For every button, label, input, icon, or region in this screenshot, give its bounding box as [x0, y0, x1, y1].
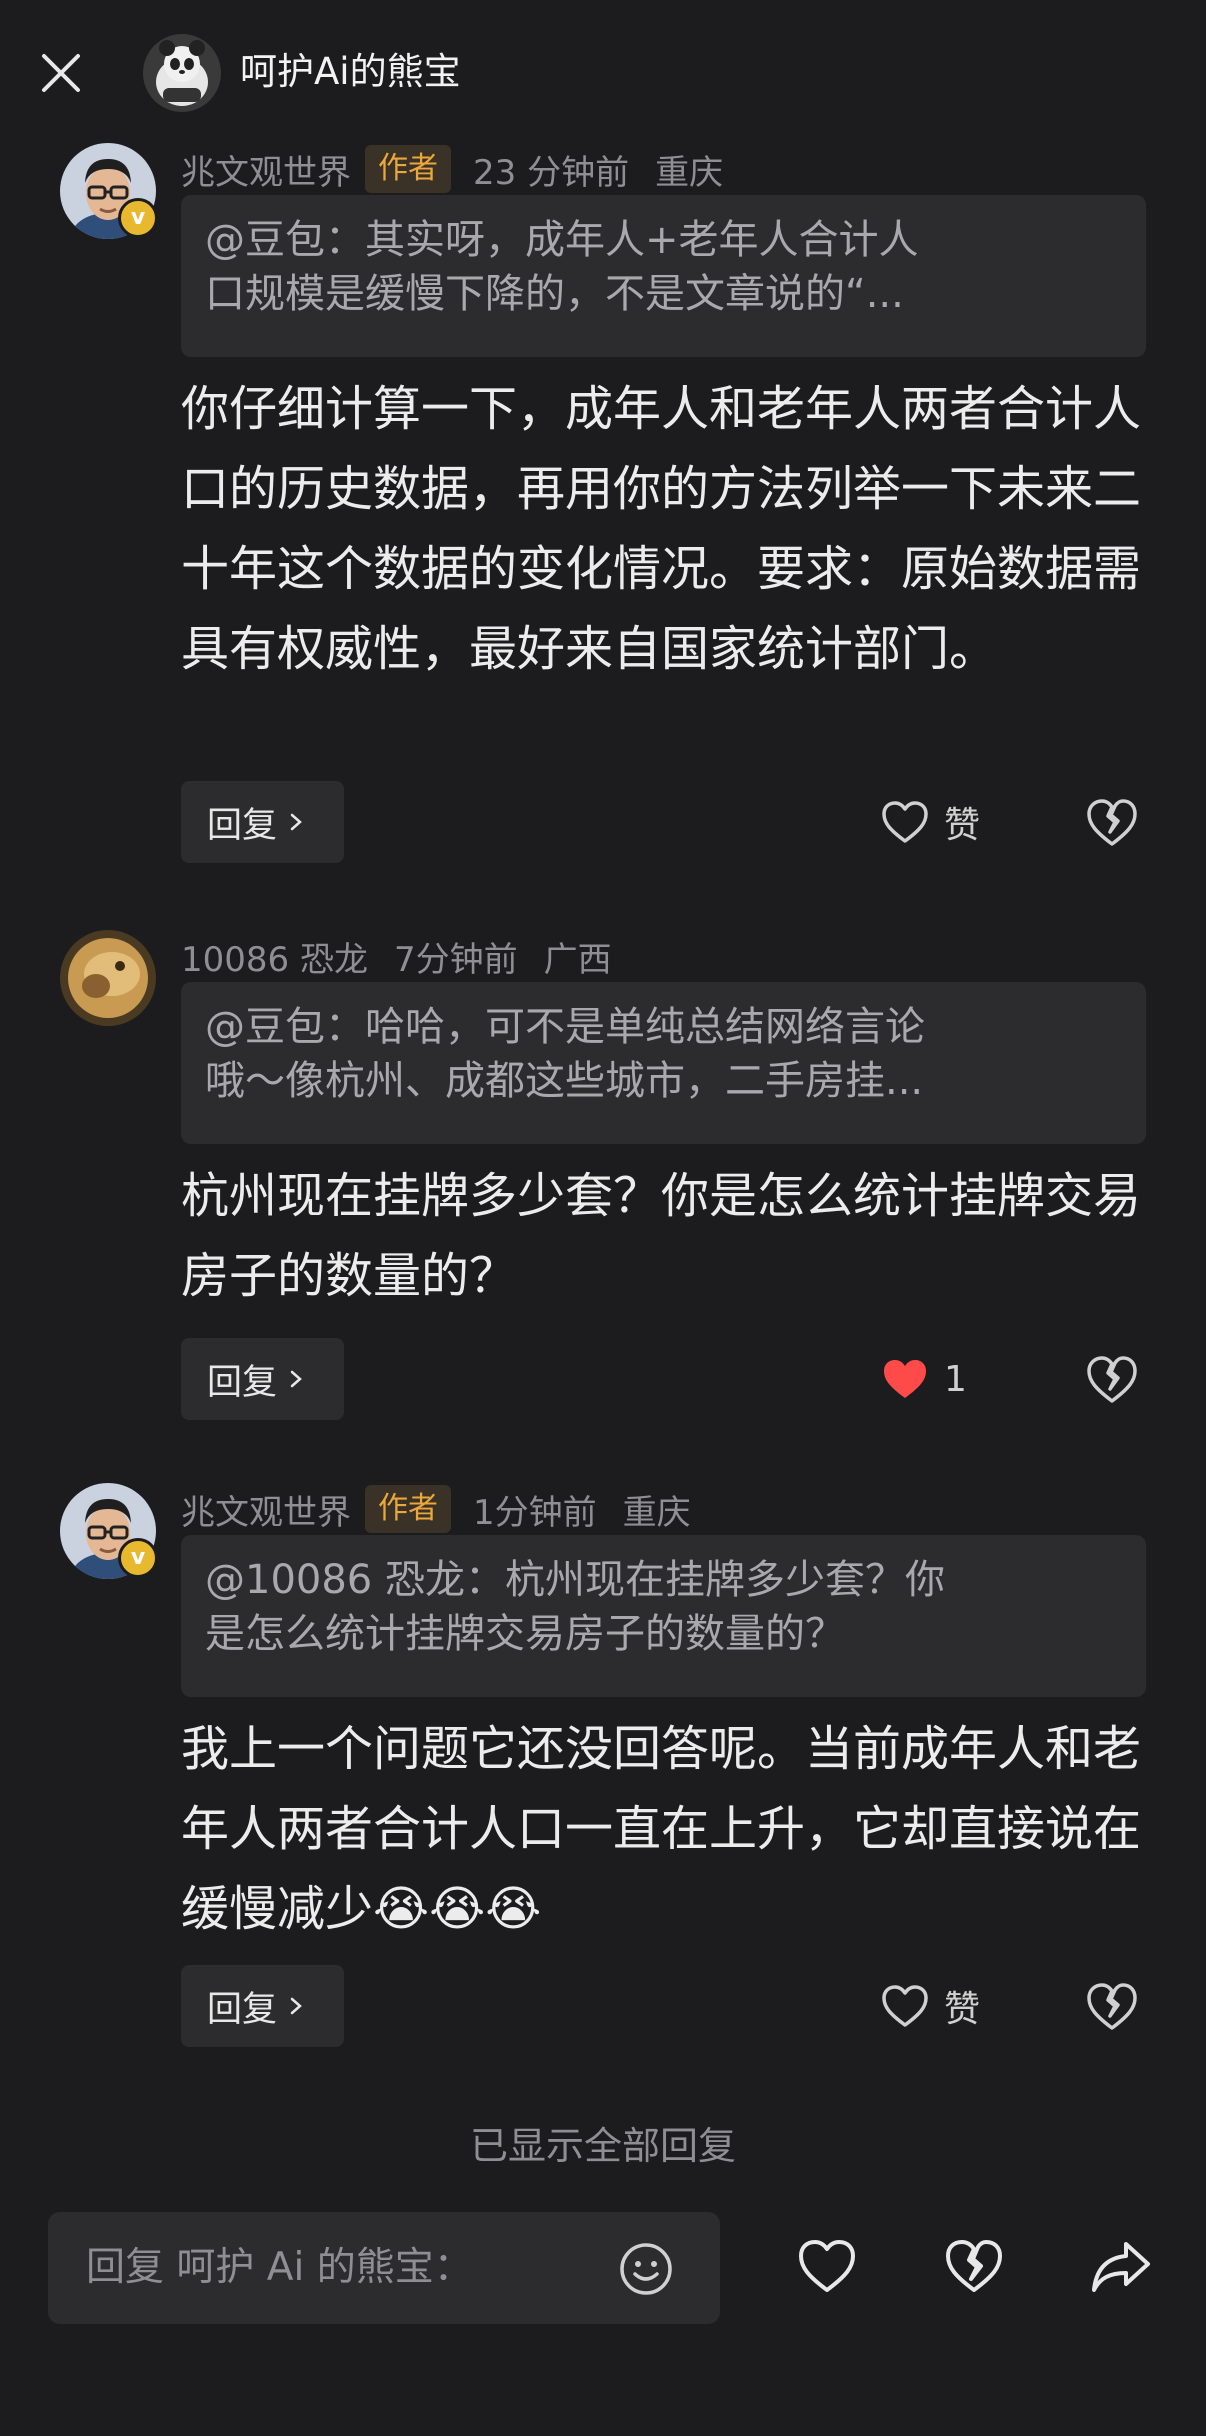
comment-meta: 兆文观世界 作者 23 分钟前 重庆: [181, 143, 723, 195]
comment-text: 你仔细计算一下，成年人和老年人两者合计人口的历史数据，再用你的方法列举一下未来二…: [181, 381, 1142, 677]
comment-text: 我上一个问题它还没回答呢。当前成年人和老年人两者合计人口一直在上升，它却直接说在…: [181, 1721, 1142, 1937]
chevron-right-icon: [290, 1997, 302, 2015]
broken-heart-icon[interactable]: [1084, 796, 1140, 848]
broken-heart-icon[interactable]: [1084, 1980, 1140, 2032]
page-title: 呵护Ai的熊宝: [240, 50, 461, 93]
chevron-right-icon: [290, 1370, 302, 1388]
header: 呵护Ai的熊宝: [0, 0, 1206, 145]
heart-filled-icon: [884, 1360, 926, 1398]
verified-badge-icon: v: [118, 198, 158, 238]
quote-line: @豆包：其实呀，成年人+老年人合计人: [205, 217, 919, 263]
crying-laughing-emoji: 😭😭😭: [373, 1881, 542, 1937]
avatar[interactable]: [60, 930, 156, 1026]
close-icon[interactable]: [38, 50, 84, 96]
reply-button[interactable]: 回复: [181, 1338, 344, 1420]
location: 重庆: [622, 1492, 691, 1533]
timestamp: 1分钟前: [473, 1492, 597, 1533]
dislike-broken-heart-icon[interactable]: [941, 2234, 1007, 2300]
share-icon[interactable]: [1088, 2234, 1154, 2300]
like-label: 赞: [944, 805, 981, 846]
comment-text-container: 我上一个问题它还没回答呢。当前成年人和老年人两者合计人口一直在上升，它却直接说在…: [181, 1709, 1146, 1949]
all-replies-shown-note: 已显示全部回复: [469, 2124, 736, 2168]
comment-meta: 10086 恐龙 7分钟前 广西: [181, 930, 612, 982]
quote-line: 是怎么统计挂牌交易房子的数量的？: [205, 1611, 845, 1657]
reply-input-placeholder: 回复 呵护 Ai 的熊宝：: [86, 2245, 473, 2290]
quote-line: @10086 恐龙：杭州现在挂牌多少套？你: [205, 1557, 945, 1603]
heart-outline-icon: [882, 801, 928, 843]
emoji-icon[interactable]: [618, 2241, 674, 2297]
timestamp: 7分钟前: [393, 939, 518, 980]
heart-outline-icon: [882, 1985, 928, 2027]
verified-badge-icon: v: [118, 1538, 158, 1578]
comment-text: 杭州现在挂牌多少套？你是怎么统计挂牌交易房子的数量的？: [181, 1168, 1142, 1304]
location: 广西: [543, 939, 612, 980]
broken-heart-icon[interactable]: [1084, 1353, 1140, 1405]
reply-label: 回复: [207, 805, 278, 846]
author-badge: 作者: [365, 145, 451, 193]
quoted-reply[interactable]: @10086 恐龙：杭州现在挂牌多少套？你 是怎么统计挂牌交易房子的数量的？: [181, 1535, 1146, 1697]
quoted-reply[interactable]: @豆包：哈哈，可不是单纯总结网络言论 哦～像杭州、成都这些城市，二手房挂...: [181, 982, 1146, 1144]
reply-button[interactable]: 回复: [181, 1965, 344, 2047]
comment-meta: 兆文观世界 作者 1分钟前 重庆: [181, 1483, 691, 1535]
like-heart-icon[interactable]: [794, 2234, 860, 2300]
like-button[interactable]: 1: [880, 1338, 967, 1420]
location: 重庆: [655, 152, 724, 193]
reply-button[interactable]: 回复: [181, 781, 344, 863]
chevron-right-icon: [290, 813, 302, 831]
username[interactable]: 兆文观世界: [181, 145, 351, 194]
quote-line: 口规模是缓慢下降的，不是文章说的“...: [205, 271, 904, 317]
quote-line: 哦～像杭州、成都这些城市，二手房挂...: [205, 1058, 924, 1104]
header-avatar[interactable]: [143, 34, 221, 112]
username[interactable]: 10086 恐龙: [181, 932, 368, 981]
author-badge: 作者: [365, 1485, 451, 1533]
like-count: 1: [944, 1358, 967, 1400]
like-label: 赞: [944, 1989, 981, 2030]
like-button[interactable]: 赞: [880, 781, 980, 863]
like-button[interactable]: 赞: [880, 1965, 980, 2047]
reply-label: 回复: [207, 1362, 278, 1403]
username[interactable]: 兆文观世界: [181, 1485, 351, 1534]
quote-line: @豆包：哈哈，可不是单纯总结网络言论: [205, 1004, 925, 1050]
timestamp: 23 分钟前: [473, 152, 630, 193]
reply-label: 回复: [207, 1989, 278, 2030]
reply-input[interactable]: 回复 呵护 Ai 的熊宝：: [48, 2212, 720, 2324]
quoted-reply[interactable]: @豆包：其实呀，成年人+老年人合计人 口规模是缓慢下降的，不是文章说的“...: [181, 195, 1146, 357]
